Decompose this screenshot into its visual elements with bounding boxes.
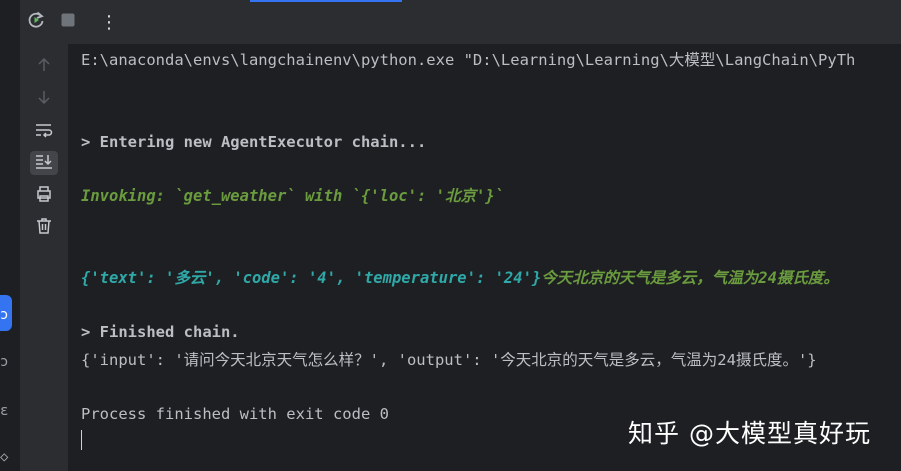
watermark: 知乎 @大模型真好玩: [628, 419, 871, 448]
scroll-to-end-icon: [35, 153, 53, 173]
left-tool-strip: ɔ ɔ ɛ ◇: [0, 0, 21, 471]
scroll-down-button[interactable]: [30, 87, 58, 111]
console-output[interactable]: E:\anaconda\envs\langchainenv\python.exe…: [68, 44, 901, 471]
tool-icon-2[interactable]: ɔ: [0, 355, 8, 369]
trash-icon: [35, 217, 53, 239]
scroll-to-end-button[interactable]: [30, 151, 58, 175]
print-icon: [35, 185, 53, 207]
console-side-toolbar: [20, 44, 68, 471]
tool-icon-active[interactable]: ɔ: [0, 308, 8, 322]
print-button[interactable]: [30, 184, 58, 208]
scroll-up-button[interactable]: [30, 55, 58, 79]
output-line: {'input': '请问今天北京天气怎么样？', 'output': '今天北…: [81, 351, 817, 369]
more-vertical-icon: ⋮: [100, 11, 118, 33]
command-line: E:\anaconda\envs\langchainenv\python.exe…: [81, 51, 856, 69]
active-tab-indicator: [250, 0, 402, 2]
tool-result-text: {'text': '多云', 'code': '4', 'temperature…: [81, 269, 542, 287]
stop-icon: [60, 12, 76, 32]
more-options-button[interactable]: ⋮: [98, 11, 120, 33]
chain-finished-line: > Finished chain.: [81, 323, 240, 341]
text-caret: [81, 430, 82, 450]
stop-button[interactable]: [57, 11, 79, 33]
invoking-line: Invoking: `get_weather` with `{'loc': '北…: [81, 187, 504, 205]
tool-icon-3[interactable]: ɛ: [0, 404, 8, 418]
soft-wrap-icon: [35, 122, 53, 142]
rerun-icon: [26, 10, 46, 34]
rerun-button[interactable]: [25, 11, 47, 33]
run-toolbar: ⋮: [20, 0, 901, 45]
clear-all-button[interactable]: [30, 216, 58, 240]
soft-wrap-button[interactable]: [30, 120, 58, 144]
scroll-down-icon: [36, 89, 52, 109]
process-finished-line: Process finished with exit code 0: [81, 405, 389, 423]
answer-text: 今天北京的天气是多云，气温为24摄氏度。: [541, 269, 839, 287]
tool-result-line: {'text': '多云', 'code': '4', 'temperature…: [81, 268, 839, 288]
tool-icon-4[interactable]: ◇: [0, 450, 8, 464]
scroll-up-icon: [36, 57, 52, 77]
chain-start-line: > Entering new AgentExecutor chain...: [81, 133, 427, 151]
